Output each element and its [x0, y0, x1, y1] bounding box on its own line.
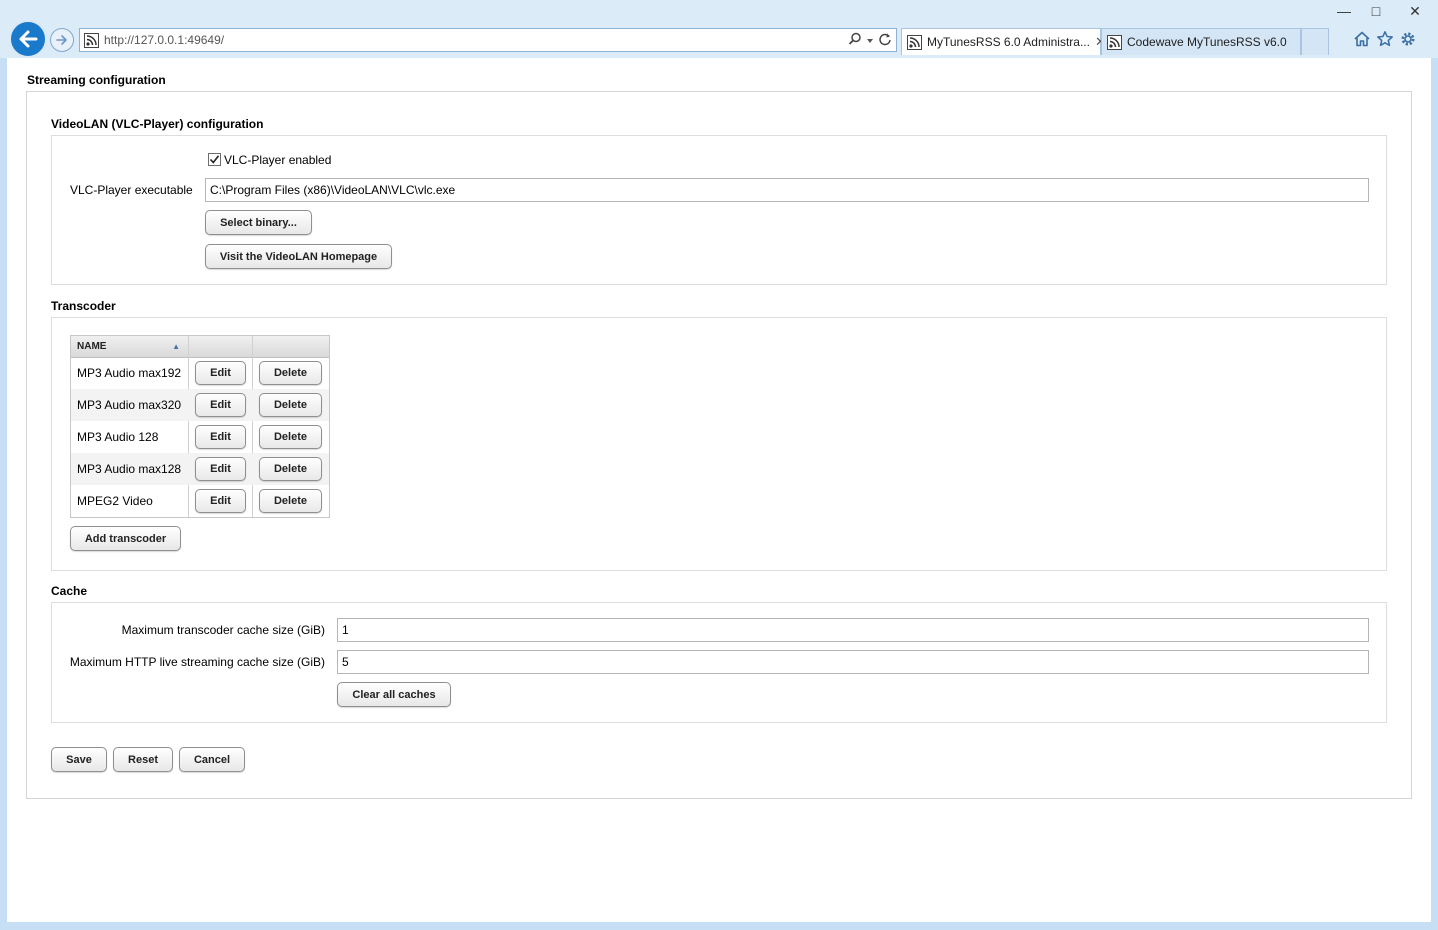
address-url: http://127.0.0.1:49649/ — [104, 33, 225, 47]
gear-icon[interactable] — [1399, 30, 1417, 51]
select-binary-button[interactable]: Select binary... — [205, 210, 312, 235]
delete-button[interactable]: Delete — [259, 393, 322, 417]
save-button[interactable]: Save — [51, 747, 107, 772]
add-transcoder-button[interactable]: Add transcoder — [70, 526, 181, 551]
transcoder-table: NAME ▲ MP3 Audio max192 Edit Delete MP3 … — [70, 335, 330, 518]
rss-favicon-icon — [1107, 34, 1122, 50]
edit-button[interactable]: Edit — [195, 457, 246, 481]
tab-mytunesrss-admin[interactable]: MyTunesRSS 6.0 Administra... ✕ — [901, 28, 1106, 55]
maximize-icon[interactable]: □ — [1360, 0, 1392, 22]
vlc-section: VLC-Player enabled VLC-Player executable… — [51, 135, 1387, 285]
page-viewport: Streaming configuration VideoLAN (VLC-Pl… — [7, 58, 1431, 922]
vlc-enabled-checkbox[interactable] — [208, 153, 221, 166]
transcoder-name: MP3 Audio max320 — [77, 398, 182, 412]
transcoder-section-title: Transcoder — [51, 299, 116, 313]
edit-button[interactable]: Edit — [195, 361, 246, 385]
transcoder-name: MP3 Audio 128 — [77, 430, 159, 444]
search-icon[interactable] — [848, 32, 862, 49]
delete-button[interactable]: Delete — [259, 489, 322, 513]
column-header-edit — [189, 336, 253, 357]
vlc-section-title: VideoLAN (VLC-Player) configuration — [51, 117, 264, 131]
address-bar[interactable]: http://127.0.0.1:49649/ — [79, 28, 897, 52]
edit-button[interactable]: Edit — [195, 393, 246, 417]
transcoder-table-header: NAME ▲ — [71, 336, 329, 358]
cache-section: Maximum transcoder cache size (GiB) Maxi… — [51, 602, 1387, 723]
table-row: MP3 Audio max320 Edit Delete — [71, 389, 329, 421]
visit-videolan-homepage-button[interactable]: Visit the VideoLAN Homepage — [205, 244, 392, 269]
transcoder-cache-label: Maximum transcoder cache size (GiB) — [121, 623, 325, 637]
cache-section-title: Cache — [51, 584, 88, 598]
address-tools — [848, 32, 892, 49]
hls-cache-input[interactable] — [337, 650, 1369, 674]
column-header-name[interactable]: NAME ▲ — [71, 336, 189, 357]
window-controls: — □ ✕ — [1328, 0, 1438, 22]
hls-cache-label: Maximum HTTP live streaming cache size (… — [69, 655, 325, 669]
clear-all-caches-button[interactable]: Clear all caches — [337, 682, 451, 707]
table-row: MP3 Audio max128 Edit Delete — [71, 453, 329, 485]
minimize-icon[interactable]: — — [1328, 0, 1360, 22]
browser-toolbar — [1353, 29, 1417, 51]
sort-ascending-icon: ▲ — [172, 342, 180, 351]
star-icon[interactable] — [1376, 30, 1394, 51]
delete-button[interactable]: Delete — [259, 425, 322, 449]
table-row: MP3 Audio 128 Edit Delete — [71, 421, 329, 453]
table-row: MP3 Audio max192 Edit Delete — [71, 357, 329, 389]
edit-button[interactable]: Edit — [195, 489, 246, 513]
back-arrow-icon[interactable] — [9, 20, 47, 58]
transcoder-name: MPEG2 Video — [77, 494, 153, 508]
rss-favicon-icon — [84, 33, 99, 48]
tab-label: Codewave MyTunesRSS v6.0 — [1127, 35, 1287, 49]
column-header-delete — [253, 336, 329, 357]
table-row: MPEG2 Video Edit Delete — [71, 485, 329, 517]
rss-favicon-icon — [907, 34, 922, 50]
streaming-config-panel: VideoLAN (VLC-Player) configuration VLC-… — [26, 91, 1412, 799]
delete-button[interactable]: Delete — [259, 457, 322, 481]
forward-arrow-icon[interactable] — [50, 28, 74, 52]
transcoder-name: MP3 Audio max128 — [77, 462, 182, 476]
tab-label: MyTunesRSS 6.0 Administra... — [927, 35, 1090, 49]
cancel-button[interactable]: Cancel — [179, 747, 245, 772]
dropdown-icon[interactable] — [866, 34, 874, 48]
tab-codewave[interactable]: Codewave MyTunesRSS v6.0 — [1101, 28, 1301, 55]
home-icon[interactable] — [1353, 30, 1371, 51]
vlc-executable-label: VLC-Player executable — [70, 183, 193, 197]
checkmark-icon — [209, 155, 220, 164]
vlc-enabled-label: VLC-Player enabled — [224, 153, 332, 167]
reset-button[interactable]: Reset — [113, 747, 173, 772]
new-tab-button[interactable] — [1301, 28, 1329, 55]
delete-button[interactable]: Delete — [259, 361, 322, 385]
page-title: Streaming configuration — [27, 73, 166, 87]
transcoder-name: MP3 Audio max192 — [77, 366, 182, 380]
transcoder-cache-input[interactable] — [337, 618, 1369, 642]
window-close-icon[interactable]: ✕ — [1392, 0, 1438, 22]
vlc-executable-input[interactable] — [205, 178, 1369, 202]
browser-chrome: — □ ✕ http://127.0.0.1:49649/ MyTunesRSS… — [0, 0, 1438, 58]
edit-button[interactable]: Edit — [195, 425, 246, 449]
refresh-icon[interactable] — [878, 32, 892, 49]
transcoder-section: NAME ▲ MP3 Audio max192 Edit Delete MP3 … — [51, 317, 1387, 571]
